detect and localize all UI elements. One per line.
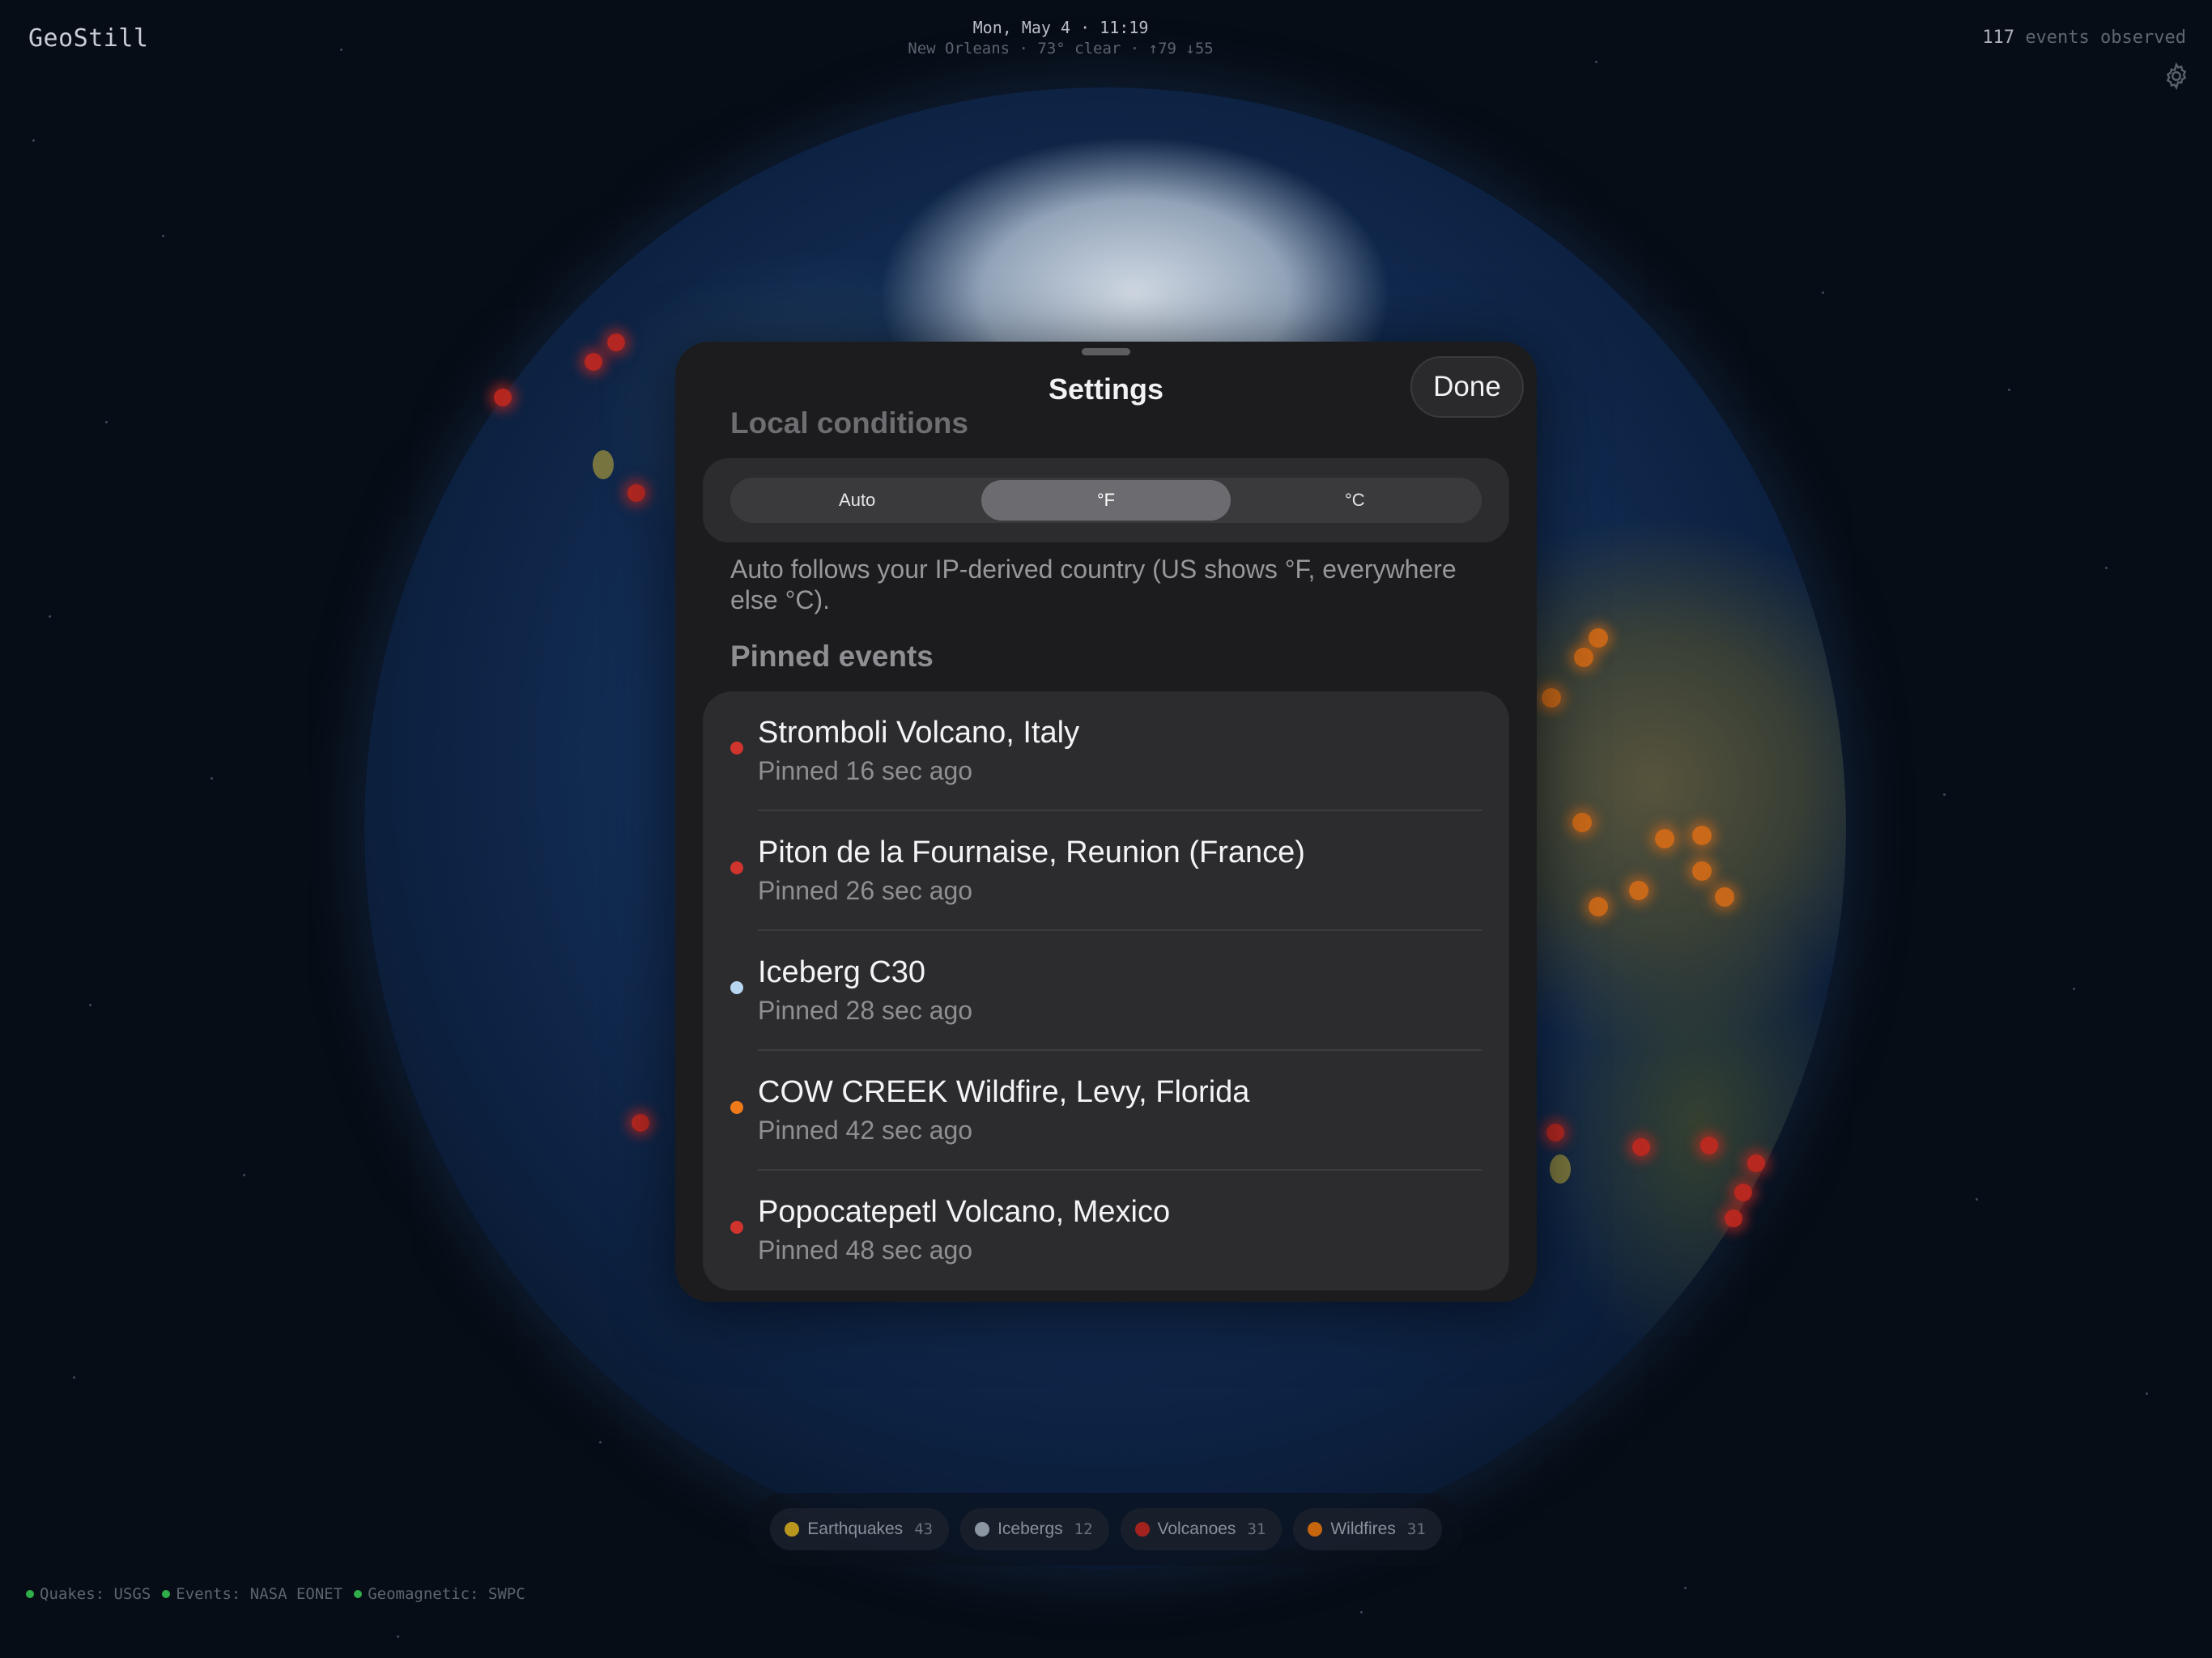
iceberg-dot-icon <box>975 1522 990 1537</box>
status-dot-icon <box>26 1590 34 1598</box>
event-filter-bar: Earthquakes 43 Icebergs 12 Volcanoes 31 … <box>749 1493 1463 1566</box>
units-option-celsius[interactable]: °C <box>1231 480 1479 521</box>
filter-label: Wildfires <box>1330 1520 1396 1538</box>
gear-icon[interactable] <box>2162 62 2191 91</box>
data-sources: Quakes: USGS Events: NASA EONET Geomagne… <box>26 1585 525 1603</box>
source-label: Events: NASA EONET <box>176 1585 343 1603</box>
pinned-event-title: Popocatepetl Volcano, Mexico <box>758 1195 1171 1229</box>
events-count: 117 <box>1982 28 2015 48</box>
filter-earthquakes[interactable]: Earthquakes 43 <box>770 1508 950 1550</box>
filter-volcanoes[interactable]: Volcanoes 31 <box>1120 1508 1283 1550</box>
wildfire-dot-icon <box>1308 1522 1323 1537</box>
filter-label: Icebergs <box>998 1520 1063 1538</box>
filter-count: 43 <box>914 1520 934 1538</box>
volcano-dot-icon <box>1134 1522 1150 1537</box>
events-label: events observed <box>2025 28 2186 48</box>
pinned-event-time: Pinned 48 sec ago <box>758 1235 973 1265</box>
event-color-dot <box>730 1221 743 1234</box>
filter-wildfires[interactable]: Wildfires 31 <box>1293 1508 1442 1550</box>
status-dot-icon <box>354 1590 363 1598</box>
pinned-event-title: Stromboli Volcano, Italy <box>758 716 1080 750</box>
pinned-event-time: Pinned 28 sec ago <box>758 996 973 1025</box>
source-label: Geomagnetic: SWPC <box>368 1585 525 1603</box>
units-help-text: Auto follows your IP-derived country (US… <box>730 555 1457 614</box>
filter-label: Volcanoes <box>1157 1520 1236 1538</box>
pinned-event-row[interactable]: Popocatepetl Volcano, Mexico Pinned 48 s… <box>703 1171 1509 1290</box>
filter-count: 31 <box>1406 1520 1426 1538</box>
pinned-event-time: Pinned 16 sec ago <box>758 756 973 785</box>
sheet-title: Settings <box>1048 372 1163 406</box>
filter-label: Earthquakes <box>807 1520 904 1538</box>
units-option-fahrenheit[interactable]: °F <box>981 480 1231 521</box>
source-events: Events: NASA EONET <box>162 1585 342 1603</box>
events-observed: 117 events observed <box>1982 28 2186 48</box>
pinned-event-time: Pinned 42 sec ago <box>758 1116 973 1145</box>
units-segmented-control: Auto °F °C <box>730 478 1482 523</box>
filter-icebergs[interactable]: Icebergs 12 <box>960 1508 1109 1550</box>
settings-sheet: Settings Done Local conditions Auto °F °… <box>675 342 1537 1302</box>
sheet-grabber[interactable] <box>1082 348 1130 355</box>
pinned-event-title: Piton de la Fournaise, Reunion (France) <box>758 835 1305 869</box>
units-card: Auto °F °C <box>703 458 1509 542</box>
weather-summary: New Orleans · 73° clear · ↑79 ↓55 <box>908 40 1214 57</box>
pinned-event-title: COW CREEK Wildfire, Levy, Florida <box>758 1075 1250 1109</box>
pinned-event-row[interactable]: Iceberg C30 Pinned 28 sec ago <box>703 931 1509 1051</box>
pinned-event-title: Iceberg C30 <box>758 955 926 989</box>
source-geomagnetic: Geomagnetic: SWPC <box>354 1585 525 1603</box>
pinned-event-time: Pinned 26 sec ago <box>758 876 973 905</box>
done-button[interactable]: Done <box>1410 356 1524 418</box>
event-color-dot <box>730 1101 743 1114</box>
pinned-event-row[interactable]: COW CREEK Wildfire, Levy, Florida Pinned… <box>703 1051 1509 1171</box>
earthquake-dot-icon <box>785 1522 800 1537</box>
source-label: Quakes: USGS <box>40 1585 151 1603</box>
pinned-event-row[interactable]: Piton de la Fournaise, Reunion (France) … <box>703 811 1509 931</box>
event-color-dot <box>730 742 743 755</box>
event-color-dot <box>730 861 743 874</box>
date-time: Mon, May 4 · 11:19 <box>972 18 1149 37</box>
event-color-dot <box>730 981 743 994</box>
local-conditions-heading: Local conditions <box>730 406 968 440</box>
source-quakes: Quakes: USGS <box>26 1585 151 1603</box>
units-option-auto[interactable]: Auto <box>733 480 981 521</box>
pinned-events-heading: Pinned events <box>730 640 934 673</box>
pinned-events-list: Stromboli Volcano, Italy Pinned 16 sec a… <box>703 691 1509 1290</box>
pinned-event-row[interactable]: Stromboli Volcano, Italy Pinned 16 sec a… <box>703 691 1509 811</box>
filter-count: 12 <box>1074 1520 1093 1538</box>
status-dot-icon <box>162 1590 171 1598</box>
filter-count: 31 <box>1247 1520 1266 1538</box>
